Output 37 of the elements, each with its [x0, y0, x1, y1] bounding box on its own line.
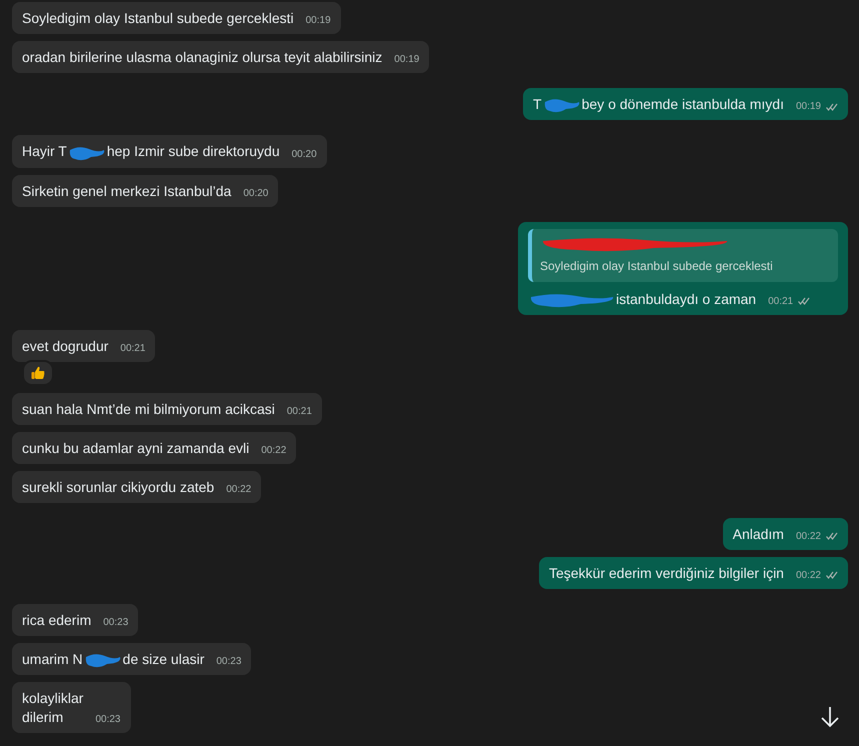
message-time: 00:22 — [796, 530, 821, 544]
message-text: kolayliklar dilerim — [22, 689, 84, 728]
message-time: 00:20 — [243, 186, 268, 201]
message-text: oradan birilerine ulasma olanaginiz olursa teyit alabilirsiniz — [22, 48, 382, 67]
message-time: 00:21 — [768, 294, 794, 309]
message-text: cunku bu adamlar ayni zamanda evli — [22, 438, 250, 458]
message-time: 00:23 — [95, 713, 120, 728]
message-text: surekli sorunlar cikiyordu zateb — [22, 478, 214, 497]
message-text: istanbuldaydı o zaman — [528, 290, 756, 309]
message-time: 00:22 — [226, 482, 252, 497]
message-text: rica ederim — [22, 610, 92, 630]
message-text: Soyledigim olay Istanbul subede gerceklesti — [22, 9, 294, 28]
message-time: 00:22 — [261, 444, 286, 458]
message-time: 00:22 — [796, 568, 821, 583]
message-text: Hayir T hep Izmir sube direktoruydu — [22, 142, 280, 162]
message-text: T bey o dönemde istanbulda mıydı — [533, 95, 784, 114]
message-text: suan hala Nmt’de mi bilmiyorum acikcasi — [22, 400, 275, 419]
quoted-message[interactable]: Soyledigim olay Istanbul subede gerceklesti — [528, 228, 838, 282]
thumbs-up-icon[interactable] — [30, 364, 46, 381]
message-text: Anladım — [732, 524, 784, 544]
double-check-icon — [826, 532, 838, 540]
double-check-icon — [826, 102, 838, 111]
quoted-text: Soyledigim olay Istanbul subede gerceklesti — [540, 258, 774, 275]
message-time: 00:21 — [120, 342, 146, 356]
message-time: 00:20 — [292, 148, 317, 162]
message-text: Sirketin genel merkezi Istanbul’da — [22, 182, 232, 201]
message-time: 00:23 — [103, 616, 128, 630]
message-time: 00:23 — [216, 655, 242, 670]
double-check-icon — [798, 297, 810, 306]
message-time: 00:19 — [394, 53, 420, 67]
message-time: 00:19 — [796, 100, 821, 114]
message-text: Teşekkür ederim verdiğiniz bilgiler için — [548, 564, 784, 583]
message-time: 00:21 — [286, 404, 312, 419]
double-check-icon — [826, 571, 838, 580]
message-text: umarim N de size ulasir — [22, 650, 204, 670]
message-time: 00:19 — [306, 14, 331, 28]
message-text: evet dogrudur — [22, 336, 108, 356]
